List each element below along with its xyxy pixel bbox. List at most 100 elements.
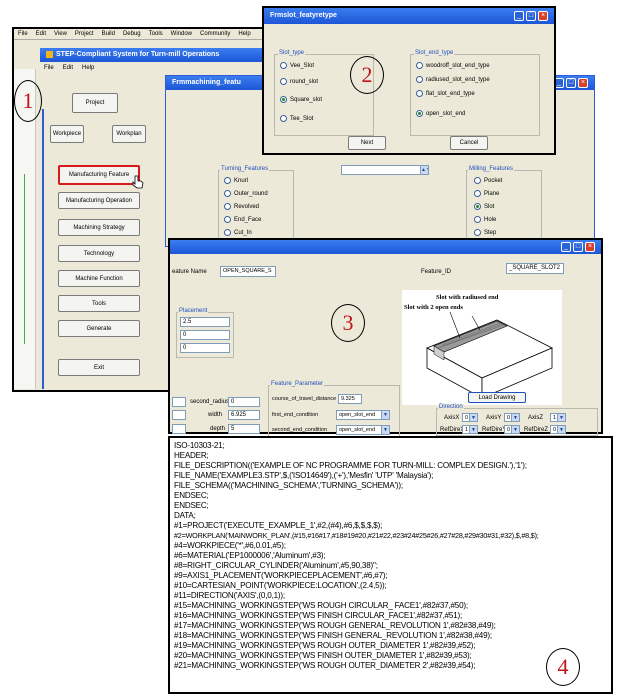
workpiece-button[interactable]: Workpiece [50, 125, 84, 143]
dropdown-arrow-icon: ▼ [511, 414, 519, 421]
first-end-label: first_end_condition [272, 412, 319, 418]
slot-type-dialog: Frmslot_featyretype _ □ × Slot_type Vee_… [262, 6, 556, 155]
project-button[interactable]: Project [72, 93, 118, 113]
placement-x-field[interactable]: 2.5 [180, 317, 230, 327]
radio-circle-icon [474, 177, 481, 184]
menu-file[interactable]: File [18, 31, 28, 37]
feature-id-field[interactable]: _SQUARE_SLOT2 [506, 263, 564, 274]
radio-knurl[interactable]: Knurl [224, 177, 248, 184]
radio-round-slot[interactable]: round_slot [280, 78, 318, 85]
axis-x-combo[interactable]: 0 ▼ [462, 413, 478, 422]
radio-slot[interactable]: Slot [474, 203, 494, 210]
code-line: ISO-10303-21; [174, 441, 225, 450]
slot-maximize-button[interactable]: □ [526, 11, 536, 21]
axis-y-combo[interactable]: 0 ▼ [504, 413, 520, 422]
menu-edit[interactable]: Edit [36, 31, 46, 37]
radio-cut-in[interactable]: Cut_In [224, 229, 252, 236]
placement-z-field[interactable]: 0 [180, 343, 230, 353]
menu-window[interactable]: Window [171, 31, 192, 37]
depth-field[interactable]: 5 [228, 424, 260, 434]
slot-close-button[interactable]: × [538, 11, 548, 21]
generate-button[interactable]: Generate [58, 320, 140, 337]
manufacturing-feature-button[interactable]: Manufacturing Feature [58, 165, 140, 185]
machine-function-button[interactable]: Machine Function [58, 270, 140, 287]
detail-minimize-button[interactable]: _ [561, 242, 571, 252]
left-field-2[interactable] [172, 410, 186, 420]
manufacturing-operation-button[interactable]: Manufacturing Operation [58, 192, 140, 209]
ref-y-combo[interactable]: 0 ▼ [504, 425, 520, 434]
code-line: #2=WORKPLAN('MAINWORK_PLAN',(#15,#16#17,… [174, 531, 539, 540]
detail-maximize-button[interactable]: □ [573, 242, 583, 252]
menu-project[interactable]: Project [75, 31, 94, 37]
placement-y-field[interactable]: 0 [180, 330, 230, 340]
feature-select-combo[interactable]: ▲▼ [341, 165, 429, 175]
sub-menu-file[interactable]: File [44, 65, 54, 71]
course-field[interactable]: 9.325 [338, 394, 362, 404]
radio-open-end[interactable]: open_slot_end [416, 110, 465, 117]
code-line: FILE_DESCRIPTION(('EXAMPLE OF NC PROGRAM… [174, 461, 527, 470]
radio-circle-icon [416, 90, 423, 97]
sub-menu-help[interactable]: Help [82, 65, 94, 71]
radio-square-slot[interactable]: Square_slot [280, 96, 322, 103]
radio-circle-icon [224, 229, 231, 236]
radio-vee-slot[interactable]: Vee_Slot [280, 62, 314, 69]
ref-y-label: RefDireY [482, 427, 507, 433]
slot-minimize-button[interactable]: _ [514, 11, 524, 21]
code-line: #19=MACHINING_WORKINGSTEP('WS ROUGH OUTE… [174, 641, 476, 650]
workplan-button[interactable]: Workplan [112, 125, 146, 143]
radio-revolved[interactable]: Revolved [224, 203, 259, 210]
app-title-bar: STEP-Compliant System for Turn-mill Oper… [40, 48, 290, 62]
machining-strategy-button[interactable]: Machining Strategy [58, 219, 140, 236]
radio-plane[interactable]: Plane [474, 190, 499, 197]
radio-circle-icon [224, 203, 231, 210]
radio-tee-slot[interactable]: Tee_Slot [280, 115, 313, 122]
radio-circle-icon [224, 190, 231, 197]
first-end-combo[interactable]: open_slot_end ▼ [336, 410, 390, 420]
radio-radiused-end[interactable]: radiused_slot_end_type [416, 76, 490, 83]
exit-button[interactable]: Exit [58, 359, 140, 376]
load-drawing-button[interactable]: Load Drawing [468, 392, 526, 403]
ref-x-combo[interactable]: 1 ▼ [462, 425, 478, 434]
feature-name-combo[interactable]: OPEN_SQUARE_S [220, 266, 276, 277]
radio-circle-icon [280, 115, 287, 122]
second-radius-field[interactable]: 0 [228, 397, 260, 407]
radio-hole[interactable]: Hole [474, 216, 496, 223]
radio-flat-end[interactable]: flat_slot_end_type [416, 90, 475, 97]
left-field-3[interactable] [172, 424, 186, 434]
width-field[interactable]: 6.925 [228, 410, 260, 420]
cancel-button[interactable]: Cancel [450, 136, 488, 150]
menu-help[interactable]: Help [238, 31, 250, 37]
turning-features-title: Turning_Features [220, 166, 270, 172]
menu-view[interactable]: View [54, 31, 67, 37]
tools-button[interactable]: Tools [58, 295, 140, 312]
axis-z-combo[interactable]: 1 ▼ [550, 413, 566, 422]
menu-tools[interactable]: Tools [149, 31, 163, 37]
ref-z-combo[interactable]: 0 ▼ [550, 425, 566, 434]
left-field-1[interactable] [172, 397, 186, 407]
menu-community[interactable]: Community [200, 31, 230, 37]
radio-circle-icon [280, 62, 287, 69]
detail-close-button[interactable]: × [585, 242, 595, 252]
sub-menu-edit[interactable]: Edit [63, 65, 73, 71]
feature-close-button[interactable]: × [578, 78, 588, 88]
feature-maximize-button[interactable]: □ [566, 78, 576, 88]
next-button[interactable]: Next [348, 136, 386, 150]
menu-debug[interactable]: Debug [123, 31, 141, 37]
direction-title: Direction [438, 404, 464, 410]
gutter-marker-blue [42, 109, 44, 389]
dropdown-arrow-icon: ▲▼ [420, 166, 428, 174]
radio-end-face[interactable]: End_Face [224, 216, 261, 223]
menu-build[interactable]: Build [102, 31, 115, 37]
dropdown-arrow-icon: ▼ [557, 414, 565, 421]
code-line: #6=MATERIAL('EP1000006','Aluminum',#3); [174, 551, 326, 560]
technology-button[interactable]: Technology [58, 245, 140, 262]
width-label: width [208, 412, 223, 418]
hand-cursor-icon [132, 175, 144, 189]
dropdown-arrow-icon: ▼ [557, 426, 565, 433]
radio-step[interactable]: Step [474, 229, 496, 236]
radio-outer-round[interactable]: Outer_round [224, 190, 268, 197]
radio-woodroff-end[interactable]: woodroff_slot_end_type [416, 62, 490, 69]
radio-circle-icon [474, 190, 481, 197]
second-end-combo[interactable]: open_slot_end ▼ [336, 425, 390, 435]
radio-pocket[interactable]: Pocket [474, 177, 502, 184]
